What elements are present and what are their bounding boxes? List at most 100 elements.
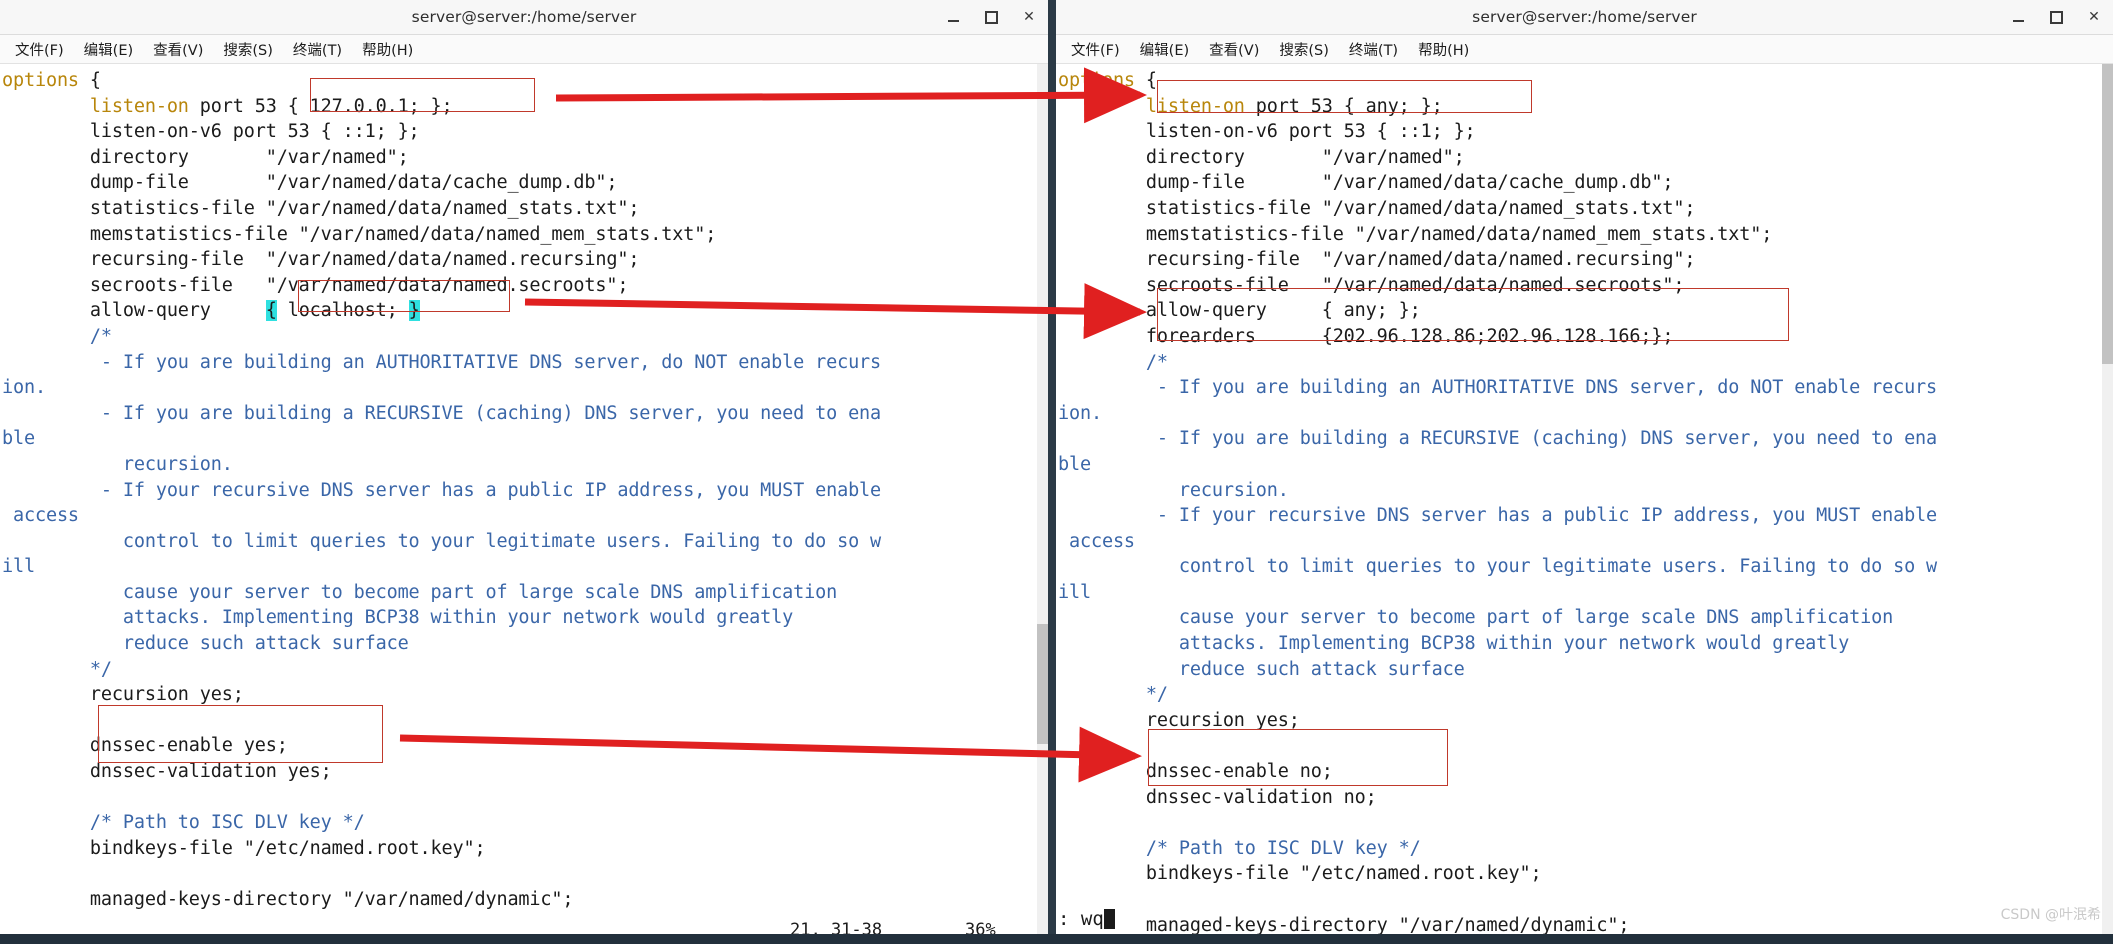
code-line: ion.	[2, 377, 46, 399]
menu-search[interactable]: 搜索(S)	[214, 37, 282, 62]
scrollbar-right[interactable]	[2102, 64, 2113, 944]
code-line: dnssec-enable yes;	[2, 735, 288, 757]
terminal-window-left: server@server:/home/server ✕ 文件(F) 编辑(E)…	[0, 0, 1048, 944]
code-line: dump-file "/var/named/data/cache_dump.db…	[1058, 172, 1674, 194]
code-line: allow-query { localhost; }	[2, 300, 420, 322]
window-title-left: server@server:/home/server	[411, 8, 637, 26]
code-line: dump-file "/var/named/data/cache_dump.db…	[2, 172, 618, 194]
window-controls-left: ✕	[944, 0, 1038, 34]
menu-terminal[interactable]: 终端(T)	[284, 37, 351, 62]
code-line: bindkeys-file "/etc/named.root.key";	[2, 837, 486, 859]
code-line: access	[2, 505, 79, 527]
maximize-icon[interactable]	[2047, 8, 2065, 26]
editor-text-left: options { listen-on port 53 { 127.0.0.1;…	[0, 64, 1048, 913]
code-line: statistics-file "/var/named/data/named_s…	[2, 197, 640, 219]
menu-search[interactable]: 搜索(S)	[1270, 37, 1338, 62]
code-line: ion.	[1058, 402, 1102, 424]
titlebar-left: server@server:/home/server ✕	[0, 0, 1048, 35]
menu-view[interactable]: 查看(V)	[144, 37, 212, 62]
code-line: reduce such attack surface	[2, 633, 409, 655]
menu-file[interactable]: 文件(F)	[6, 37, 73, 62]
window-divider	[1048, 0, 1056, 944]
code-line: listen-on port 53 { 127.0.0.1; };	[89, 95, 453, 117]
code-line: dnssec-validation no;	[1058, 786, 1377, 808]
menu-file[interactable]: 文件(F)	[1062, 37, 1129, 62]
code-line: statistics-file "/var/named/data/named_s…	[1058, 197, 1696, 219]
code-line: ble	[2, 428, 35, 450]
titlebar-right: server@server:/home/server ✕	[1056, 0, 2113, 35]
terminal-body-left[interactable]: options { listen-on port 53 { 127.0.0.1;…	[0, 64, 1048, 944]
code-line: - If you are building an AUTHORITATIVE D…	[1058, 377, 1938, 399]
code-line: directory "/var/named";	[1058, 146, 1465, 168]
close-icon[interactable]: ✕	[2085, 8, 2103, 26]
code-line: recursing-file "/var/named/data/named.re…	[1058, 249, 1696, 271]
menubar-left: 文件(F) 编辑(E) 查看(V) 搜索(S) 终端(T) 帮助(H)	[0, 35, 1048, 64]
minimize-icon[interactable]	[2009, 8, 2027, 26]
code-line: options {	[2, 70, 101, 91]
code-line: attacks. Implementing BCP38 within your …	[1058, 633, 1850, 655]
menu-terminal[interactable]: 终端(T)	[1340, 37, 1407, 62]
maximize-icon[interactable]	[982, 8, 1000, 26]
code-line: listen-on-v6 port 53 { ::1; };	[1058, 121, 1476, 143]
code-line: recursion yes;	[2, 684, 244, 706]
code-line: bindkeys-file "/etc/named.root.key";	[1058, 863, 1542, 885]
code-line: listen-on-v6 port 53 { ::1; };	[2, 121, 420, 143]
menu-edit[interactable]: 编辑(E)	[75, 37, 142, 62]
code-line: ill	[1058, 581, 1091, 603]
code-line: /*	[1058, 351, 1168, 373]
terminal-window-right: server@server:/home/server ✕ 文件(F) 编辑(E)…	[1056, 0, 2113, 944]
code-line: /*	[2, 325, 112, 347]
code-line: memstatistics-file "/var/named/data/name…	[2, 223, 717, 245]
code-line: secroots-file "/var/named/data/named.sec…	[2, 274, 629, 296]
code-line: */	[1058, 684, 1168, 706]
code-line: - If your recursive DNS server has a pub…	[2, 479, 882, 501]
code-line: - If you are building a RECURSIVE (cachi…	[2, 402, 882, 424]
code-line: - If you are building a RECURSIVE (cachi…	[1058, 428, 1938, 450]
code-line: /* Path to ISC DLV key */	[1058, 837, 1421, 859]
menu-view[interactable]: 查看(V)	[1200, 37, 1268, 62]
window-controls-right: ✕	[2009, 0, 2103, 34]
code-line: recursion.	[1058, 479, 1289, 501]
terminal-body-right[interactable]: options { listen-on port 53 { any; }; li…	[1056, 64, 2113, 944]
code-line: recursion.	[2, 453, 233, 475]
menu-help[interactable]: 帮助(H)	[353, 37, 422, 62]
code-line: reduce such attack surface	[1058, 658, 1465, 680]
menu-edit[interactable]: 编辑(E)	[1131, 37, 1198, 62]
code-line: - If you are building an AUTHORITATIVE D…	[2, 351, 882, 373]
scrollbar-thumb-left[interactable]	[1037, 624, 1048, 744]
code-line: dnssec-validation yes;	[2, 761, 332, 783]
code-line: listen-on port 53 { any; };	[1145, 95, 1443, 117]
code-line: managed-keys-directory "/var/named/dynam…	[2, 889, 574, 910]
scrollbar-thumb-right[interactable]	[2102, 64, 2113, 364]
code-line: ill	[2, 556, 35, 578]
code-line: ble	[1058, 453, 1091, 475]
code-line: control to limit queries to your legitim…	[1058, 556, 1938, 578]
vim-ex-command: : wq	[1058, 908, 1115, 930]
code-line: - If your recursive DNS server has a pub…	[1058, 505, 1938, 527]
menu-help[interactable]: 帮助(H)	[1409, 37, 1478, 62]
code-line: recursing-file "/var/named/data/named.re…	[2, 249, 640, 271]
desktop-bottom-bar	[0, 934, 2113, 944]
window-title-right: server@server:/home/server	[1472, 8, 1697, 26]
text-cursor	[1103, 909, 1115, 929]
code-line: recursion yes;	[1058, 709, 1300, 731]
code-line: dnssec-enable no;	[1058, 761, 1333, 783]
code-line: attacks. Implementing BCP38 within your …	[2, 607, 794, 629]
screenshot-root: server@server:/home/server ✕ 文件(F) 编辑(E)…	[0, 0, 2113, 944]
code-line: directory "/var/named";	[2, 146, 409, 168]
code-line: control to limit queries to your legitim…	[2, 530, 882, 552]
code-line: /* Path to ISC DLV key */	[2, 812, 365, 834]
code-line: options {	[1058, 70, 1157, 91]
code-line: cause your server to become part of larg…	[2, 581, 838, 603]
scrollbar-left[interactable]	[1037, 64, 1048, 944]
minimize-icon[interactable]	[944, 8, 962, 26]
code-line: access	[1058, 530, 1135, 552]
close-icon[interactable]: ✕	[1020, 8, 1038, 26]
menubar-right: 文件(F) 编辑(E) 查看(V) 搜索(S) 终端(T) 帮助(H)	[1056, 35, 2113, 64]
